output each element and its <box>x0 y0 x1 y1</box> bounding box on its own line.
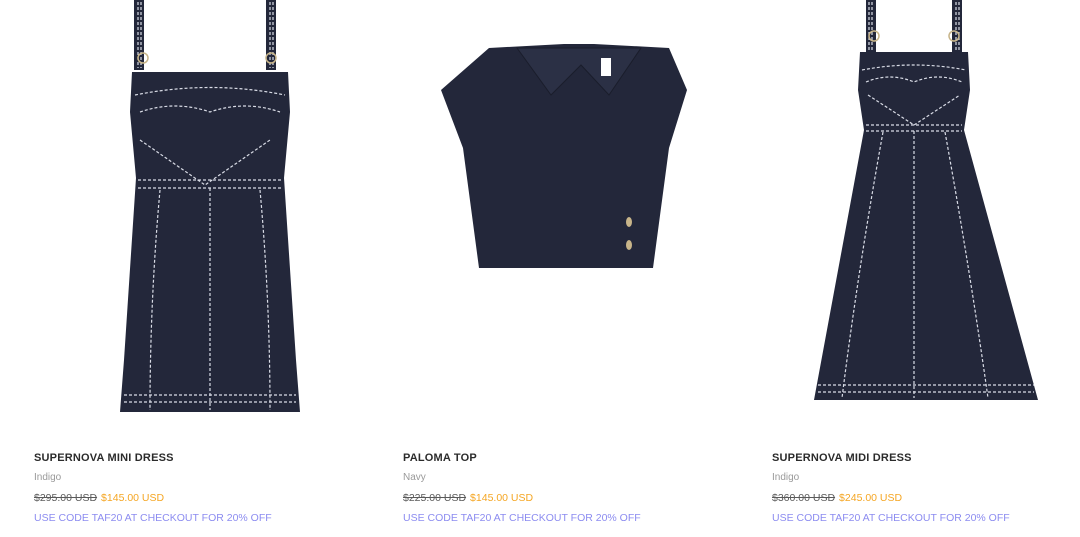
product-color: Indigo <box>34 472 62 483</box>
promo-code-text: USE CODE TAF20 AT CHECKOUT FOR 20% OFF <box>34 512 272 524</box>
original-price: $360.00 USD <box>772 492 836 504</box>
product-prices: $225.00 USD $145.00 USD <box>403 490 743 506</box>
promo-code-text: USE CODE TAF20 AT CHECKOUT FOR 20% OFF <box>403 512 641 524</box>
product-card[interactable]: SUPERNOVA MIDI DRESS Indigo $360.00 USD $… <box>772 0 1080 537</box>
product-grid: SUPERNOVA MINI DRESS Indigo $295.00 USD $… <box>0 0 1080 537</box>
product-info: SUPERNOVA MINI DRESS Indigo $295.00 USD $… <box>34 450 374 526</box>
sale-price: $245.00 USD <box>839 492 903 504</box>
product-info: PALOMA TOP Navy $225.00 USD $145.00 USD U… <box>403 450 743 526</box>
product-prices: $295.00 USD $145.00 USD <box>34 490 374 506</box>
sale-price: $145.00 USD <box>101 492 165 504</box>
promo-code-text: USE CODE TAF20 AT CHECKOUT FOR 20% OFF <box>772 512 1010 524</box>
midi-dress-image[interactable] <box>738 0 1080 440</box>
sale-price: $145.00 USD <box>470 492 534 504</box>
product-name[interactable]: SUPERNOVA MIDI DRESS <box>772 450 1080 466</box>
product-name[interactable]: SUPERNOVA MINI DRESS <box>34 450 374 466</box>
product-info: SUPERNOVA MIDI DRESS Indigo $360.00 USD $… <box>772 450 1080 526</box>
original-price: $295.00 USD <box>34 492 98 504</box>
product-color: Navy <box>403 472 426 483</box>
product-prices: $360.00 USD $245.00 USD <box>772 490 1080 506</box>
top-image[interactable] <box>369 0 729 440</box>
product-name[interactable]: PALOMA TOP <box>403 450 743 466</box>
original-price: $225.00 USD <box>403 492 467 504</box>
product-card[interactable]: SUPERNOVA MINI DRESS Indigo $295.00 USD $… <box>34 0 374 537</box>
mini-dress-image[interactable] <box>0 0 360 440</box>
product-color: Indigo <box>772 472 800 483</box>
product-card[interactable]: PALOMA TOP Navy $225.00 USD $145.00 USD U… <box>403 0 743 537</box>
